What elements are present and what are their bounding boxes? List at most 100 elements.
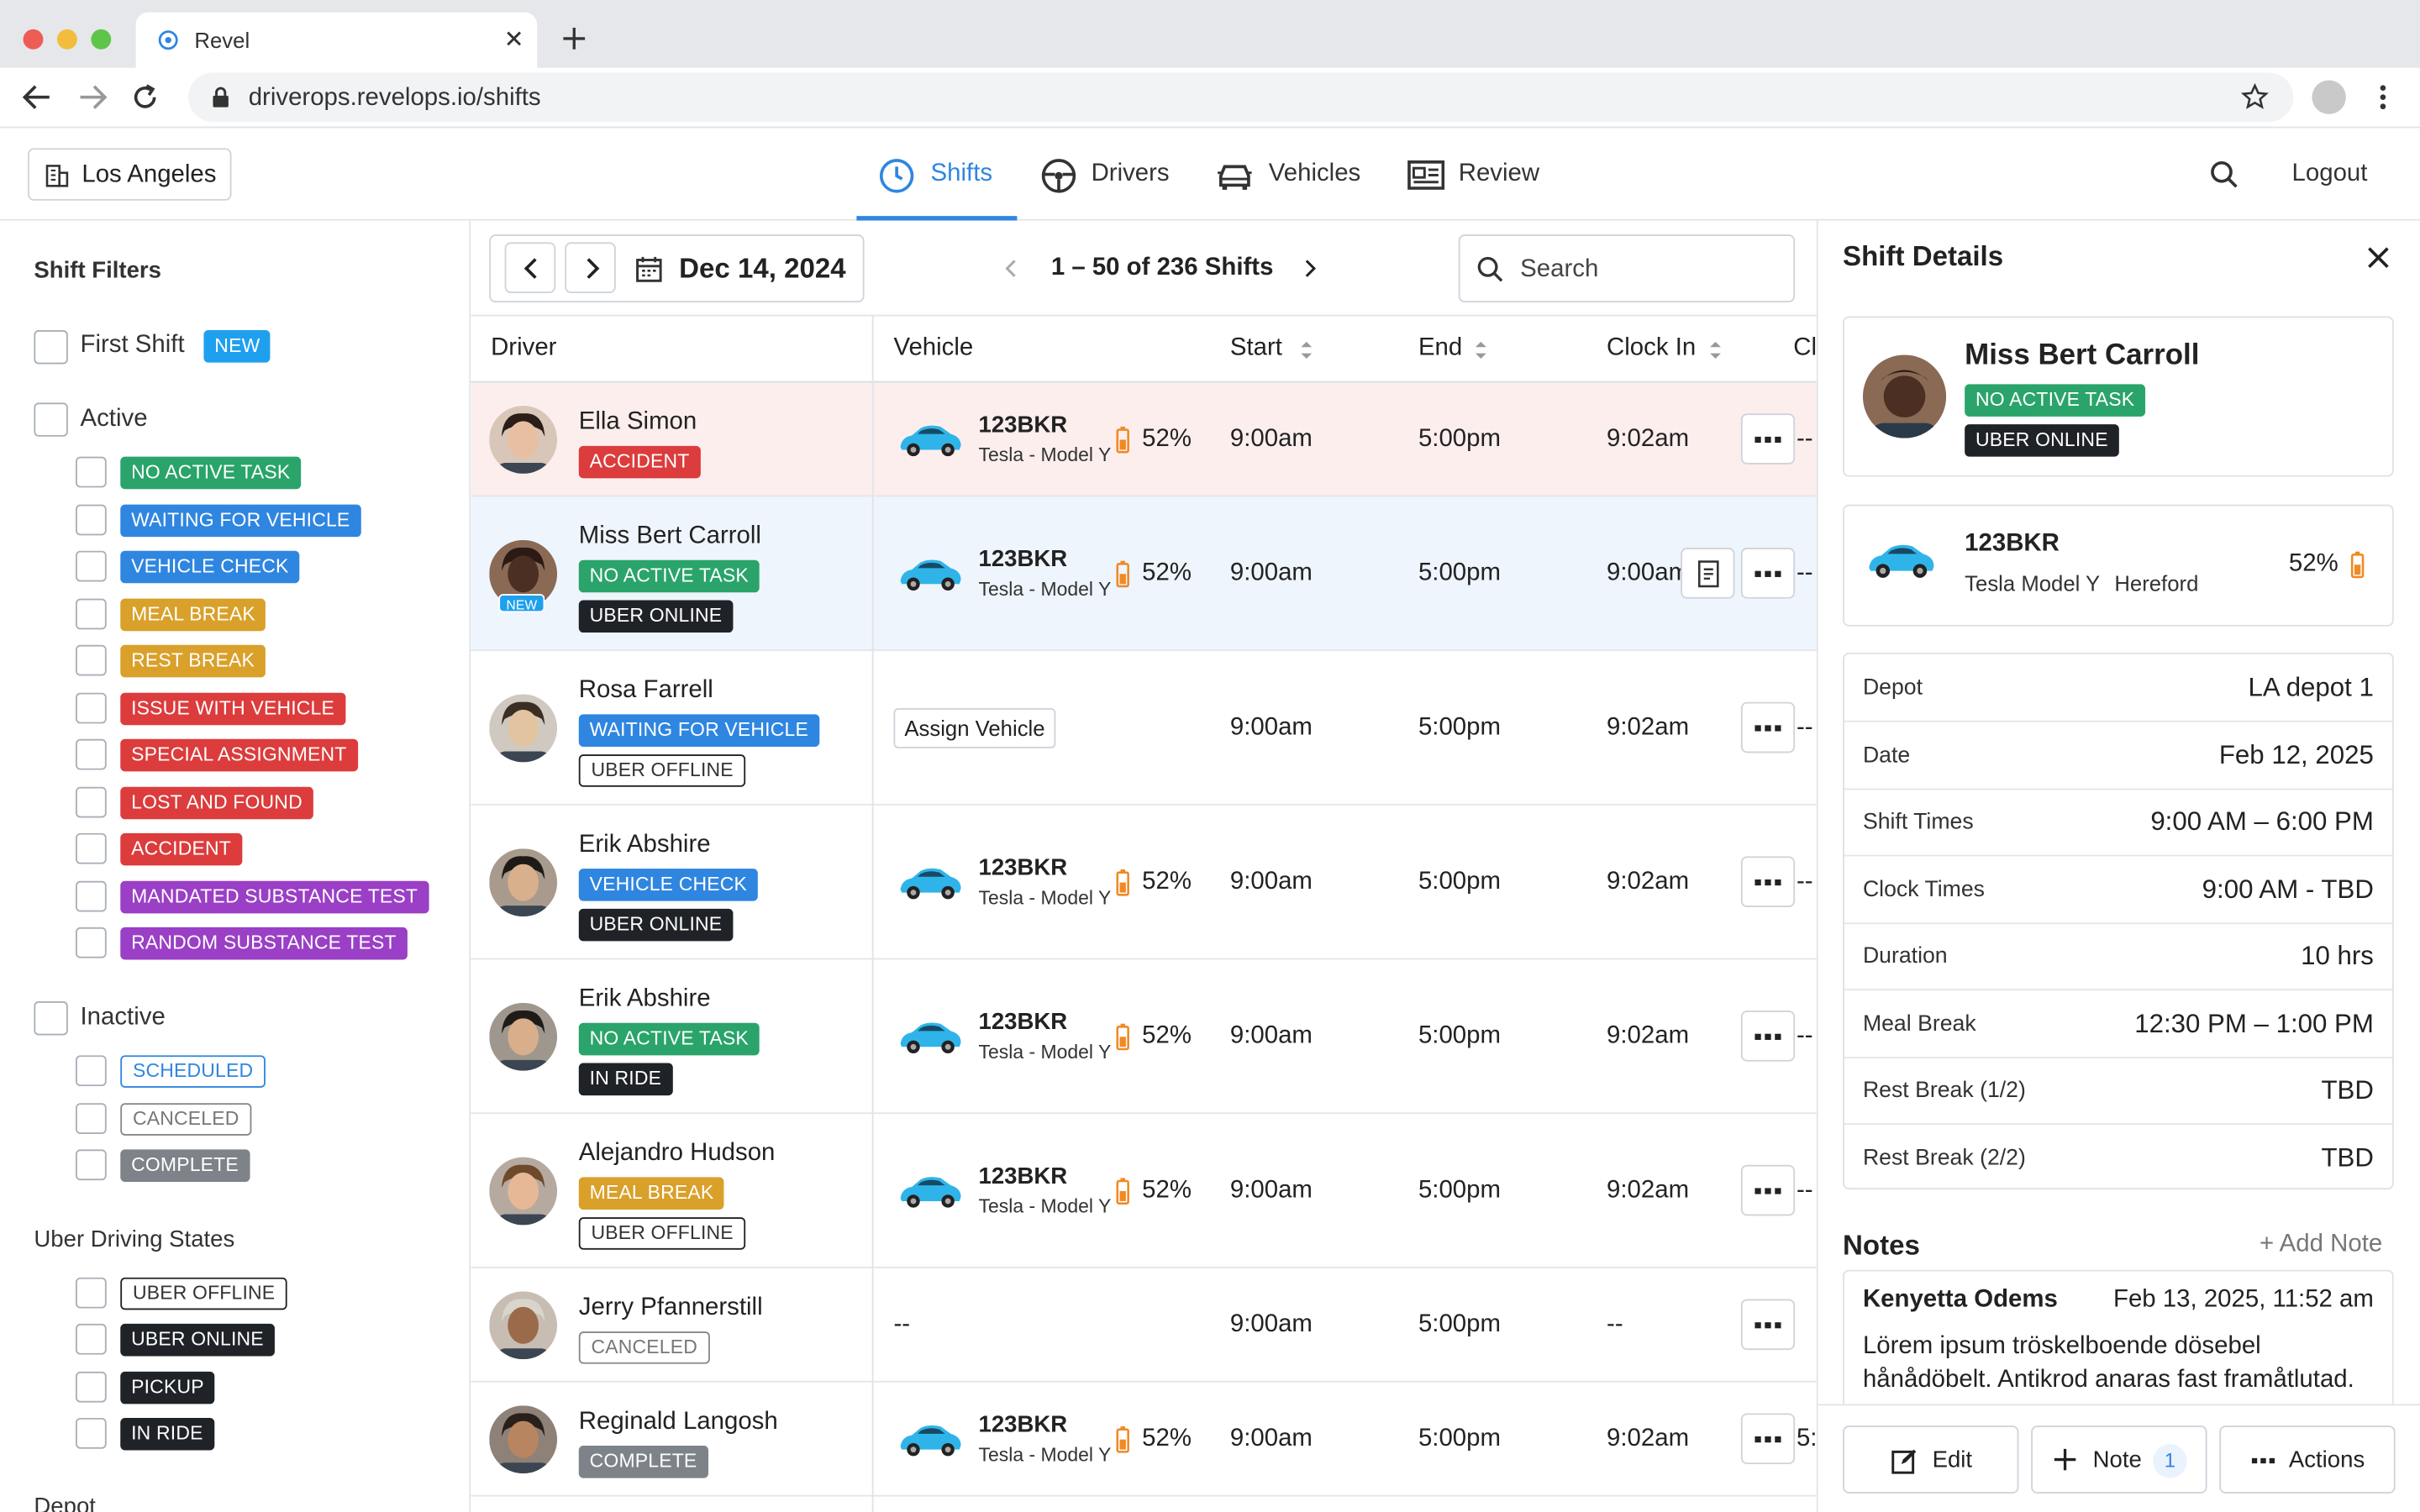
vehicle-plate[interactable]: 123BKR (978, 1163, 1067, 1189)
notes-button[interactable] (1681, 548, 1735, 599)
profile-avatar[interactable] (2312, 80, 2346, 114)
sort-icon[interactable] (1474, 339, 1488, 361)
url-bar[interactable]: driverops.revelops.io/shifts (188, 72, 2294, 123)
new-tab-icon[interactable] (562, 26, 587, 50)
driver-name[interactable]: Jerry Pfannerstill (579, 1294, 763, 1322)
filter-checkbox-special-assignment[interactable] (76, 738, 107, 770)
filter-checkbox-waiting-for-vehicle[interactable] (76, 503, 107, 535)
location-selector[interactable]: Los Angeles (28, 148, 232, 201)
inactive-checkbox[interactable] (34, 1001, 68, 1036)
filter-checkbox-random-substance-test[interactable] (76, 927, 107, 958)
driver-name[interactable]: Reginald Langosh (579, 1409, 778, 1436)
back-arrow-icon[interactable] (22, 83, 53, 111)
prev-page-icon[interactable] (1005, 260, 1018, 278)
vehicle-plate[interactable]: 123BKR (978, 546, 1067, 572)
row-actions-button[interactable] (1740, 1164, 1796, 1216)
filter-checkbox-rest-break[interactable] (76, 644, 107, 676)
close-tab-icon[interactable] (503, 28, 525, 50)
browser-menu-icon[interactable] (2378, 83, 2387, 111)
column-start[interactable]: Start (1230, 335, 1282, 363)
logout-link[interactable]: Logout (2292, 160, 2368, 188)
vehicle-plate[interactable]: 123BKR (978, 855, 1067, 881)
row-actions-button[interactable] (1740, 1299, 1796, 1351)
filter-checkbox-no-active-task[interactable] (76, 456, 107, 488)
row-actions-button[interactable] (1740, 1413, 1796, 1465)
table-row[interactable]: Ella Simon ACCIDENT 123BKR Tesla - Model Y 5… (471, 382, 1817, 497)
maximize-window-button[interactable] (91, 29, 112, 50)
tab-review[interactable]: Review (1406, 128, 1544, 220)
note-button[interactable]: Note 1 (2031, 1425, 2207, 1494)
close-icon[interactable] (2366, 245, 2391, 270)
column-end[interactable]: End (1418, 335, 1462, 363)
filter-checkbox-in-ride[interactable] (76, 1417, 107, 1449)
prev-day-button[interactable] (504, 242, 556, 293)
filter-checkbox-pickup[interactable] (76, 1371, 107, 1403)
sort-icon[interactable] (1708, 339, 1723, 361)
filter-checkbox-vehicle-check[interactable] (76, 550, 107, 582)
column-vehicle[interactable]: Vehicle (893, 335, 973, 363)
row-actions-button[interactable] (1740, 856, 1796, 908)
filter-tag-scheduled: SCHEDULED (120, 1055, 266, 1088)
next-page-icon[interactable] (1304, 260, 1317, 278)
driver-name[interactable]: Alejandro Hudson (579, 1140, 776, 1168)
detail-row-date: Date Feb 12, 2025 (1844, 722, 2392, 790)
filter-checkbox-canceled[interactable] (76, 1103, 107, 1135)
edit-button[interactable]: Edit (1843, 1425, 2019, 1494)
filter-checkbox-meal-break[interactable] (76, 597, 107, 629)
filter-checkbox-accident[interactable] (76, 832, 107, 864)
driver-name[interactable]: Erik Abshire (579, 832, 711, 859)
row-actions-button[interactable] (1740, 548, 1796, 599)
column-clock-out[interactable]: Cl (1793, 335, 1817, 363)
column-driver[interactable]: Driver (491, 335, 556, 363)
filter-checkbox-uber-offline[interactable] (76, 1277, 107, 1309)
table-row[interactable]: Alejandro Hudson MEAL BREAK UBER OFFLINE 12… (471, 1114, 1817, 1268)
filter-checkbox-mandated-substance-test[interactable] (76, 879, 107, 911)
column-clock-in[interactable]: Clock In (1607, 335, 1696, 363)
table-row[interactable]: Reginald Langosh COMPLETE 123BKR Tesla - Mo… (471, 1383, 1817, 1497)
close-window-button[interactable] (23, 29, 44, 50)
next-day-button[interactable] (565, 242, 616, 293)
driver-name[interactable]: Miss Bert Carroll (579, 523, 761, 551)
vehicle-car-icon (897, 553, 965, 596)
first-shift-checkbox[interactable] (34, 330, 68, 365)
active-checkbox[interactable] (34, 402, 68, 437)
row-actions-button[interactable] (1740, 413, 1796, 465)
filter-checkbox-complete[interactable] (76, 1149, 107, 1181)
vehicle-card[interactable]: 123BKR Tesla Model Y Hereford 52% (1843, 504, 2394, 627)
search-input[interactable]: Search (1458, 234, 1796, 303)
tab-vehicles[interactable]: Vehicles (1216, 128, 1370, 220)
filter-checkbox-lost-and-found[interactable] (76, 785, 107, 817)
vehicle-plate[interactable]: 123BKR (978, 1412, 1067, 1438)
detail-value: 9:00 AM - TBD (2202, 874, 2374, 904)
add-note-button[interactable]: + Add Note (2260, 1231, 2382, 1259)
driver-name[interactable]: Rosa Farrell (579, 677, 713, 705)
detail-row-clock-times: Clock Times 9:00 AM - TBD (1844, 855, 2392, 924)
table-row[interactable]: Rosa Farrell WAITING FOR VEHICLE UBER OFFL… (471, 651, 1817, 806)
bookmark-star-icon[interactable] (2240, 83, 2269, 111)
row-actions-button[interactable] (1740, 1011, 1796, 1062)
actions-button[interactable]: Actions (2219, 1425, 2396, 1494)
vehicle-plate[interactable]: 123BKR (978, 1009, 1067, 1035)
reload-icon[interactable] (131, 83, 159, 111)
filter-checkbox-scheduled[interactable] (76, 1055, 107, 1087)
calendar-icon[interactable] (636, 256, 662, 282)
tab-drivers[interactable]: Drivers (1039, 128, 1177, 220)
forward-arrow-icon[interactable] (77, 83, 108, 111)
browser-tab[interactable]: Revel (135, 12, 538, 68)
row-actions-button[interactable] (1740, 701, 1796, 753)
tab-shifts[interactable]: Shifts (876, 128, 1015, 220)
driver-name[interactable]: Ella Simon (579, 409, 697, 437)
filter-checkbox-uber-online[interactable] (76, 1323, 107, 1355)
assign-vehicle-button[interactable]: Assign Vehicle (893, 708, 1056, 748)
search-icon[interactable] (2210, 160, 2238, 188)
table-row[interactable]: Erik Abshire NO ACTIVE TASK IN RIDE 123BKR T… (471, 959, 1817, 1115)
avatar (489, 1291, 558, 1360)
minimize-window-button[interactable] (56, 29, 77, 50)
table-row[interactable]: Jerry Pfannerstill CANCELED -- 9:00am 5:00pm… (471, 1268, 1817, 1383)
sort-icon[interactable] (1300, 339, 1314, 361)
vehicle-plate[interactable]: 123BKR (978, 412, 1067, 438)
driver-name[interactable]: Erik Abshire (579, 986, 711, 1014)
table-row[interactable]: Erik Abshire VEHICLE CHECK UBER ONLINE 123B… (471, 806, 1817, 960)
table-row[interactable]: NEW Miss Bert Carroll NO ACTIVE TASK UBER O… (471, 496, 1817, 652)
filter-checkbox-issue-with-vehicle[interactable] (76, 691, 107, 723)
